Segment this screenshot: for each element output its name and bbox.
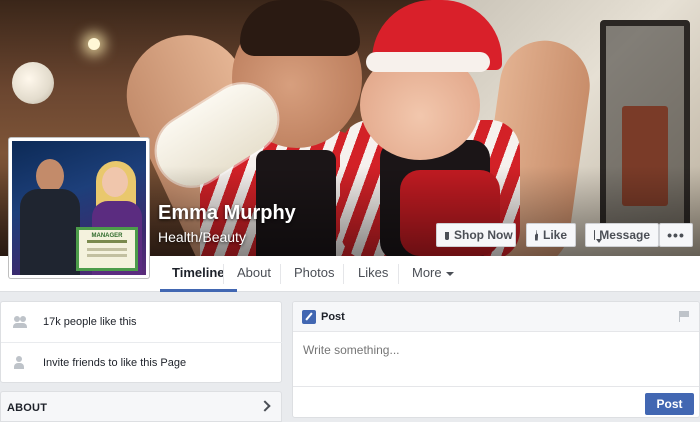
tab-photos[interactable]: Photos [282,256,346,292]
cart-icon [445,232,449,240]
more-dots-icon: ••• [667,227,685,243]
likes-count-text: 17k people like this [43,316,137,328]
tab-likes[interactable]: Likes [346,256,400,292]
composer-header: Post [293,302,699,332]
cover-ornament [12,62,54,104]
tab-divider [398,264,399,284]
likes-count-row[interactable]: 17k people like this [1,302,283,342]
about-heading: ABOUT [7,402,48,414]
tab-divider [223,264,224,284]
certificate-text: MANAGER [91,233,123,239]
like-icon [535,229,538,241]
post-button[interactable]: Post [645,393,694,415]
page-title[interactable]: Emma Murphy [158,202,296,225]
chevron-right-icon [259,400,271,412]
tab-about[interactable]: About [225,256,283,292]
like-button[interactable]: Like [526,223,576,247]
more-options-button[interactable]: ••• [659,223,693,247]
profile-picture[interactable]: MANAGER [8,137,150,279]
pencil-icon [302,310,316,324]
flag-icon[interactable] [679,311,689,322]
composer-footer: Post [293,386,699,417]
caret-down-icon [445,271,454,276]
cover-santa-hat-band [366,52,490,72]
profile-photo: MANAGER [12,141,146,275]
tab-more[interactable]: More [400,256,466,292]
page-category[interactable]: Health/Beauty [158,229,246,245]
message-label: Message [599,228,650,242]
man-suit [20,189,80,275]
tab-more-label: More [412,265,442,280]
tab-divider [280,264,281,284]
shop-now-label: Shop Now [454,228,513,242]
invite-friends-row[interactable]: Invite friends to like this Page [1,342,283,382]
about-section-header[interactable]: ABOUT [0,391,282,422]
invite-icon [13,355,27,370]
tab-divider [343,264,344,284]
people-icon [13,315,27,329]
page-likes-card: 17k people like this Invite friends to l… [0,301,283,383]
cover-light [88,38,100,50]
woman-head [102,167,128,197]
cover-baby-one-hair [240,0,360,56]
post-input[interactable] [303,343,683,357]
composer-tab-post[interactable]: Post [321,311,345,323]
man-head [36,159,64,193]
like-label: Like [542,228,567,242]
shop-now-button[interactable]: Shop Now [436,223,516,247]
post-composer: Post Post [292,301,700,418]
profile-person-man [20,159,80,275]
invite-friends-text: Invite friends to like this Page [43,356,187,369]
message-button[interactable]: Message [585,223,659,247]
